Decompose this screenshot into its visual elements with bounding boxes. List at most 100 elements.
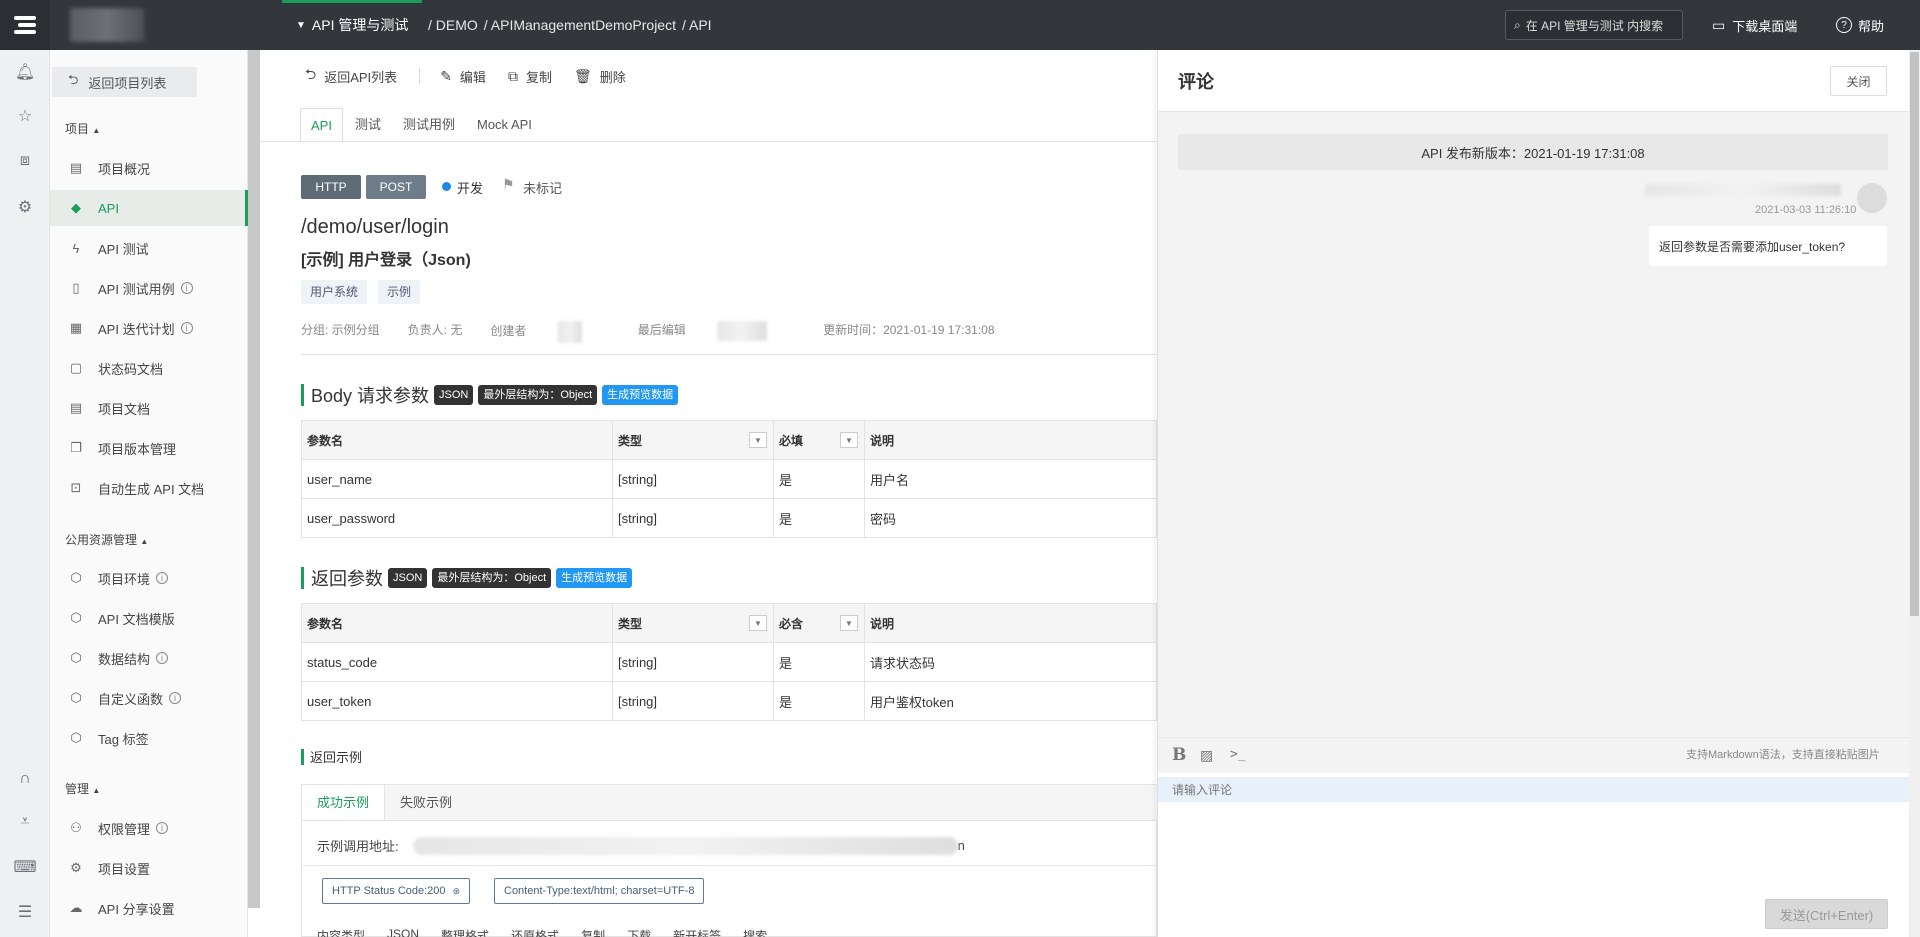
sidebar-item-env[interactable]: ⬡ 项目环境 i (50, 560, 248, 596)
search-placeholder: 在 API 管理与测试 内搜索 (1525, 18, 1664, 33)
tab-fail-example[interactable]: 失败示例 (385, 785, 467, 820)
tab-api[interactable]: API (300, 108, 343, 142)
monitor-icon: ▭ (1712, 16, 1726, 33)
generate-preview-button[interactable]: 生成预览数据 (556, 568, 633, 588)
sidebar-item-datastruct[interactable]: ⬡ 数据结构 i (50, 640, 248, 676)
section-public[interactable]: 公用资源管理 ▲ (65, 531, 148, 548)
breadcrumb-item[interactable]: / DEMO (428, 17, 478, 33)
restore-button[interactable]: 还原格式 (511, 927, 559, 937)
divider (301, 354, 1157, 355)
format-button[interactable]: 整理格式 (441, 927, 489, 937)
sidebar-item-doc[interactable]: ▤ 项目文档 (50, 390, 248, 426)
delete-button[interactable]: 🗑︎ 删除 (574, 67, 626, 86)
app-logo[interactable] (0, 0, 50, 50)
sidebar-item-test[interactable]: ϟ API 测试 (50, 230, 248, 266)
project-switcher-blurred[interactable] (70, 8, 144, 42)
generate-preview-button[interactable]: 生成预览数据 (602, 385, 679, 405)
mark-label[interactable]: 未标记 (523, 178, 562, 197)
sidebar-item-permission[interactable]: ⚇ 权限管理 i (50, 810, 248, 846)
back-label: 返回项目列表 (88, 75, 167, 91)
copy-example-button[interactable]: 复制 (581, 927, 605, 937)
status-label[interactable]: 开发 (457, 178, 483, 197)
menu-icon[interactable]: ☰ (15, 902, 35, 922)
download-icon[interactable]: ⩡ (15, 812, 35, 832)
param-name: user_name (301, 459, 613, 499)
section-admin[interactable]: 管理 ▲ (65, 780, 100, 797)
release-notice: API 发布新版本：2021-01-19 17:31:08 (1178, 134, 1888, 170)
back-to-projects-button[interactable]: ⮌ 返回项目列表 (52, 67, 197, 97)
filter-icon[interactable]: ▼ (749, 432, 767, 448)
search-icon: ⌕ (1514, 17, 1521, 32)
filter-icon[interactable]: ▼ (840, 615, 858, 631)
filter-icon[interactable]: ▼ (749, 615, 767, 631)
sidebar-item-tag[interactable]: ⬡ Tag 标签 (50, 720, 248, 756)
comment-scrollbar[interactable] (1910, 52, 1919, 616)
download-desktop-button[interactable]: ▭ 下载桌面端 (1712, 0, 1797, 50)
sidebar-item-cloud[interactable]: ☁ API 分享设置 (50, 890, 248, 926)
search-example-button[interactable]: 搜索 (743, 927, 767, 937)
content-type-select[interactable]: JSON (387, 927, 419, 937)
sidebar-item-testcase[interactable]: ▯ API 测试用例 i (50, 270, 248, 306)
table-row: user_password [string] 是 密码 (301, 498, 1157, 538)
keyboard-icon[interactable]: ⌨ (13, 857, 36, 877)
bold-icon[interactable]: B (1172, 745, 1186, 765)
filter-icon[interactable]: ▼ (840, 432, 858, 448)
edit-label: 编辑 (459, 69, 486, 85)
info-icon[interactable]: i (180, 322, 193, 334)
info-icon[interactable]: i (156, 572, 169, 584)
code-icon[interactable]: >_ (1230, 747, 1246, 762)
box-icon[interactable]: ⧈ (15, 151, 35, 171)
tab-mock-api[interactable]: Mock API (467, 108, 542, 142)
edit-button[interactable]: ✎ 编辑 (440, 67, 486, 86)
sidebar-item-overview[interactable]: ▤ 项目概况 (50, 150, 248, 186)
sidebar-item-statuscode[interactable]: ▢ 状态码文档 (50, 350, 248, 386)
breadcrumb-item[interactable]: / API (682, 17, 712, 33)
module-switcher[interactable]: ▼ API 管理与测试 (282, 0, 423, 50)
tab-testcase[interactable]: 测试用例 (393, 108, 465, 142)
help-button[interactable]: ? 帮助 (1836, 0, 1884, 50)
flag-icon[interactable]: ⚑ (502, 176, 515, 193)
sidebar-scrollbar[interactable] (248, 50, 260, 908)
param-required: 是 (773, 459, 865, 499)
markdown-hint: 支持Markdown语法，支持直接粘贴图片 (1686, 749, 1880, 761)
open-tab-button[interactable]: 新开标签 (673, 927, 721, 937)
trash-icon: 🗑︎ (573, 67, 592, 84)
caret-up-icon: ▲ (92, 786, 101, 795)
sidebar-item-robot[interactable]: ⊡ 自动生成 API 文档 (50, 470, 248, 506)
meta-owner: 负责人: 无 (407, 323, 463, 337)
status-code-label: HTTP Status Code:200 (332, 885, 446, 897)
star-icon[interactable]: ☆ (15, 106, 35, 126)
info-icon[interactable]: i (180, 282, 193, 294)
sidebar-item-function[interactable]: ⬡ 自定义函数 i (50, 680, 248, 716)
sidebar-item-template[interactable]: ⬡ API 文档模版 (50, 600, 248, 636)
section-project[interactable]: 项目 ▲ (65, 120, 100, 137)
sidebar-item-label: 数据结构 (98, 651, 151, 667)
info-icon[interactable]: i (169, 692, 182, 704)
breadcrumb-item[interactable]: / APIManagementDemoProject (484, 17, 676, 33)
download-example-button[interactable]: 下载 (627, 927, 651, 937)
copy-button[interactable]: ⧉ 复制 (508, 67, 552, 86)
bell-icon[interactable]: 🔔︎ (15, 62, 35, 82)
status-code-badge[interactable]: HTTP Status Code:200 ⊛ (322, 878, 471, 904)
tab-success-example[interactable]: 成功示例 (302, 785, 386, 820)
section-label: 返回示例 (310, 750, 363, 765)
sidebar-item-plan[interactable]: ▦ API 迭代计划 i (50, 310, 248, 346)
comment-input[interactable] (1158, 777, 1909, 802)
sidebar-item-version[interactable]: ❐ 项目版本管理 (50, 430, 248, 466)
send-button[interactable]: 发送(Ctrl+Enter) (1765, 899, 1888, 929)
section-bar (301, 567, 304, 589)
table-row: user_token [string] 是 用户鉴权token (301, 681, 1157, 721)
tab-test[interactable]: 测试 (345, 108, 391, 142)
back-to-api-list-button[interactable]: ⮌ 返回API列表 (305, 64, 397, 88)
image-icon[interactable]: ▨ (1200, 747, 1213, 764)
sidebar-item-project-settings[interactable]: ⚙ 项目设置 (50, 850, 248, 886)
global-search-input[interactable]: ⌕ 在 API 管理与测试 内搜索 (1505, 10, 1683, 40)
info-icon[interactable]: i (156, 822, 169, 834)
headset-icon[interactable]: ∩ (15, 769, 35, 789)
content-type-badge: Content-Type:text/html; charset=UTF-8 (494, 878, 705, 904)
sidebar-item-api[interactable]: ◆ API (50, 190, 248, 226)
info-icon[interactable]: i (156, 652, 169, 664)
section-bar (301, 748, 304, 765)
settings-icon[interactable]: ⚙ (15, 197, 35, 217)
close-button[interactable]: 关闭 (1830, 66, 1887, 96)
